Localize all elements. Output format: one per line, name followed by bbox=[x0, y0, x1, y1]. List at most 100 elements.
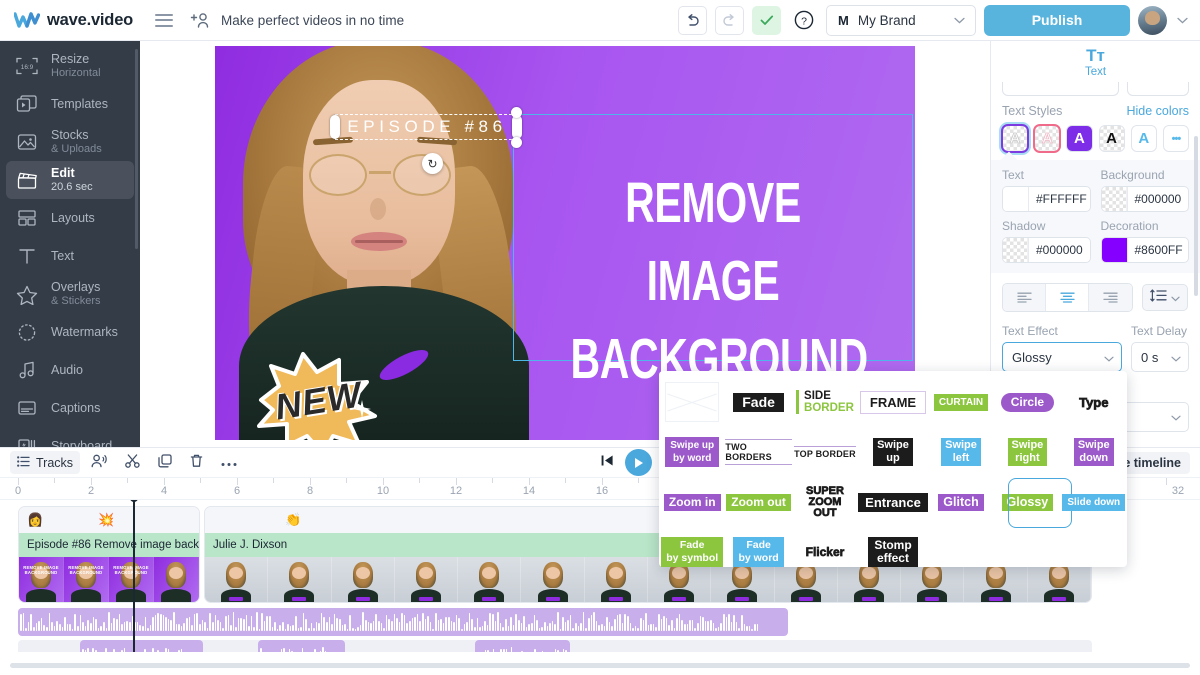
align-center-button[interactable] bbox=[1046, 284, 1089, 311]
sidebar-item-storyboard[interactable]: Storyboard bbox=[6, 427, 134, 447]
effect-curtain[interactable]: CURTAIN bbox=[928, 379, 994, 425]
sidebar-scrollbar[interactable] bbox=[135, 49, 138, 249]
episode-text[interactable]: EPISODE #86 bbox=[339, 117, 515, 137]
table-row[interactable]: 👩 💥 Episode #86 Remove image background … bbox=[18, 506, 200, 603]
playhead[interactable] bbox=[129, 500, 138, 652]
waveform-bar bbox=[647, 625, 650, 631]
effect-flicker[interactable]: Flicker bbox=[792, 529, 858, 575]
effect-swipe-left[interactable]: Swipe left bbox=[928, 429, 994, 475]
audio-clip-voiceover-3[interactable] bbox=[475, 640, 570, 652]
font-size-select-partial[interactable] bbox=[1127, 82, 1189, 96]
sidebar-item-layouts[interactable]: Layouts bbox=[6, 199, 134, 237]
duplicate-button[interactable] bbox=[151, 451, 179, 474]
sidebar-item-resize[interactable]: 16:9 Resize Horizontal bbox=[6, 47, 134, 85]
voiceover-button[interactable] bbox=[84, 451, 114, 474]
skip-to-start-button[interactable] bbox=[600, 454, 614, 472]
undo-button[interactable] bbox=[678, 5, 707, 35]
sidebar-item-sublabel: & Uploads bbox=[51, 142, 102, 155]
effect-side-border[interactable]: SIDE BORDER bbox=[792, 379, 858, 425]
font-family-select-partial[interactable] bbox=[1002, 82, 1119, 96]
menu-icon[interactable] bbox=[155, 13, 174, 27]
style-swatch-blue[interactable]: A bbox=[1130, 125, 1157, 152]
effect-stomp-effect[interactable]: Stomp effect bbox=[858, 529, 928, 575]
right-panel-scrollbar[interactable] bbox=[1194, 136, 1198, 296]
play-button[interactable] bbox=[624, 449, 652, 476]
headline-text[interactable]: REMOVE IMAGE BACKGROUND bbox=[570, 164, 868, 398]
effect-zoom-out[interactable]: Zoom out bbox=[725, 479, 791, 525]
effect-entrance[interactable]: Entrance bbox=[858, 479, 928, 525]
avatar-chevron-down-icon[interactable] bbox=[1177, 11, 1188, 29]
effect-frame[interactable]: FRAME bbox=[858, 379, 928, 425]
sidebar-item-label: Resize bbox=[51, 52, 90, 67]
effect-super-zoom-out[interactable]: SUPER ZOOM OUT bbox=[792, 479, 858, 525]
waveform-bar bbox=[624, 613, 626, 631]
effect-swipe-down[interactable]: Swipe down bbox=[1061, 429, 1127, 475]
help-button[interactable]: ? bbox=[789, 5, 818, 35]
decoration-color-chip[interactable] bbox=[1101, 238, 1128, 262]
text-delay-select[interactable]: 0 s bbox=[1131, 342, 1189, 372]
corner-handle-bottom-right[interactable] bbox=[511, 137, 522, 148]
rotate-handle-icon[interactable]: ↻ bbox=[422, 153, 443, 174]
style-swatch-more[interactable]: ••• bbox=[1162, 125, 1190, 152]
effect-label: Stomp effect bbox=[868, 537, 918, 567]
effect-circle[interactable]: Circle bbox=[994, 379, 1060, 425]
text-color-field[interactable]: #FFFFFF bbox=[1002, 186, 1091, 212]
align-right-button[interactable] bbox=[1089, 284, 1132, 311]
redo-button[interactable] bbox=[715, 5, 744, 35]
avatar[interactable] bbox=[1138, 5, 1167, 35]
tracks-button[interactable]: Tracks bbox=[10, 451, 81, 474]
hide-colors-link[interactable]: Hide colors bbox=[1126, 104, 1189, 118]
style-swatch-purple[interactable]: A bbox=[1066, 125, 1093, 152]
sidebar-item-audio[interactable]: Audio bbox=[6, 351, 134, 389]
effect-swipe-right[interactable]: Swipe right bbox=[994, 429, 1060, 475]
brand-select[interactable]: M My Brand bbox=[826, 4, 976, 36]
sidebar-item-edit[interactable]: Edit 20.6 sec bbox=[6, 161, 134, 199]
sidebar-item-text[interactable]: Text bbox=[6, 237, 134, 275]
split-button[interactable] bbox=[118, 451, 147, 474]
line-spacing-button[interactable] bbox=[1142, 284, 1188, 311]
effect-glitch[interactable]: Glitch bbox=[928, 479, 994, 525]
audio-clip-voiceover-2[interactable] bbox=[258, 640, 345, 652]
text-effect-select[interactable]: Glossy bbox=[1002, 342, 1122, 372]
style-swatch-pink[interactable]: A bbox=[1033, 124, 1062, 153]
style-swatch-outline[interactable]: A bbox=[1000, 124, 1030, 153]
effect-glossy[interactable]: Glossy bbox=[994, 478, 1073, 528]
waveform-bar bbox=[288, 648, 291, 652]
effect-fade-by-symbol[interactable]: Fade by symbol bbox=[659, 529, 725, 575]
effect-fade-by-word[interactable]: Fade by word bbox=[725, 529, 791, 575]
effect-top-border[interactable]: TOP BORDER bbox=[792, 429, 858, 475]
badge-icon bbox=[14, 320, 40, 344]
waveform-bar bbox=[121, 624, 123, 631]
waveform-bar bbox=[271, 627, 274, 631]
invite-user-icon[interactable] bbox=[190, 12, 210, 29]
more-options-button[interactable] bbox=[214, 451, 244, 474]
publish-button[interactable]: Publish bbox=[984, 4, 1130, 36]
effect-zoom-in[interactable]: Zoom in bbox=[659, 479, 725, 525]
sidebar-item-stocks[interactable]: Stocks & Uploads bbox=[6, 123, 134, 161]
align-left-button[interactable] bbox=[1003, 284, 1046, 311]
audio-clip-voiceover-1[interactable] bbox=[80, 640, 203, 652]
effect-two-borders[interactable]: TWO BORDERS bbox=[725, 429, 792, 475]
sidebar-item-overlays[interactable]: Overlays & Stickers bbox=[6, 275, 134, 313]
style-swatch-black[interactable]: A bbox=[1098, 125, 1125, 152]
effect-swipe-up[interactable]: Swipe up bbox=[858, 429, 928, 475]
sidebar-item-watermarks[interactable]: Watermarks bbox=[6, 313, 134, 351]
effect-type[interactable]: Type bbox=[1061, 379, 1127, 425]
background-color-chip[interactable] bbox=[1101, 187, 1128, 211]
timeline-horizontal-scrollbar[interactable] bbox=[10, 663, 1190, 668]
new-badge-sticker[interactable]: NEW bbox=[243, 346, 393, 440]
shadow-color-chip[interactable] bbox=[1003, 238, 1029, 262]
effect-swipe-up-by-word[interactable]: Swipe up by word bbox=[659, 429, 725, 475]
app-logo[interactable]: wave.video bbox=[0, 11, 133, 30]
background-color-field[interactable]: #000000 bbox=[1100, 186, 1189, 212]
effect-none[interactable] bbox=[659, 379, 725, 425]
effect-fade[interactable]: Fade bbox=[725, 379, 791, 425]
text-color-chip[interactable] bbox=[1003, 187, 1029, 211]
delete-button[interactable] bbox=[183, 451, 210, 474]
sidebar-item-templates[interactable]: Templates bbox=[6, 85, 134, 123]
decoration-color-field[interactable]: #8600FF bbox=[1100, 237, 1189, 263]
waveform-bar bbox=[707, 620, 709, 631]
sidebar-item-captions[interactable]: Captions bbox=[6, 389, 134, 427]
shadow-color-field[interactable]: #000000 bbox=[1002, 237, 1091, 263]
effect-slide-down[interactable]: Slide down bbox=[1061, 479, 1127, 525]
